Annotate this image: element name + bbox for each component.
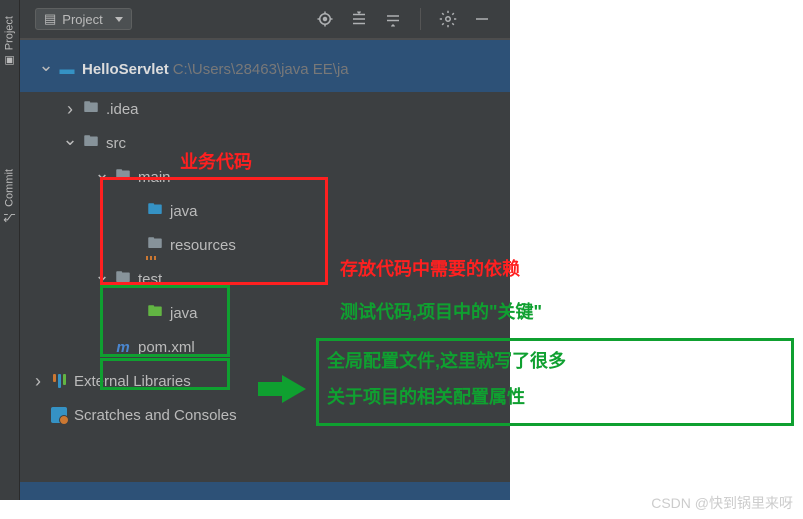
node-label: src [106, 135, 126, 152]
node-label: resources [170, 237, 236, 254]
toolbar: ▤ Project [20, 0, 510, 40]
project-selector-label: Project [62, 12, 102, 27]
collapse-all-button[interactable] [380, 8, 406, 30]
tree-node-main-java[interactable]: 🖿 java [20, 194, 510, 228]
node-label: External Libraries [74, 373, 191, 390]
tree-node-test-java[interactable]: 🖿 java [20, 296, 510, 330]
node-label: Scratches and Consoles [74, 407, 237, 424]
node-path: C:\Users\28463\java EE\ja [173, 61, 349, 78]
folder-icon: 🖿 [112, 267, 134, 292]
tree-root-node[interactable]: ▬ HelloServlet C:\Users\28463\java EE\ja [28, 52, 502, 86]
minimize-button[interactable] [469, 8, 495, 30]
sidebar-tab-label: Commit [4, 169, 16, 207]
source-folder-icon: 🖿 [144, 199, 166, 224]
scratches-icon [48, 407, 70, 423]
tree-node-idea[interactable]: 🖿 .idea [20, 92, 510, 126]
project-tree[interactable]: ▬ HelloServlet C:\Users\28463\java EE\ja… [20, 40, 510, 500]
toolbar-divider [420, 8, 421, 30]
node-label: test [138, 271, 162, 288]
sidebar-tab-project[interactable]: ▣ Project [1, 10, 18, 73]
node-label: pom.xml [138, 339, 195, 356]
node-label: HelloServlet [82, 61, 169, 78]
tree-node-src[interactable]: 🖿 src [20, 126, 510, 160]
left-sidebar: ▣ Project ⎇ Commit [0, 0, 20, 500]
module-icon: ▬ [56, 61, 78, 78]
test-folder-icon: 🖿 [144, 301, 166, 326]
libraries-icon [48, 374, 70, 388]
chevron-down-icon [115, 17, 123, 22]
project-view-selector[interactable]: ▤ Project [35, 8, 132, 30]
maven-icon: m [112, 339, 134, 356]
tree-node-main[interactable]: 🖿 main [20, 160, 510, 194]
chevron-right-icon[interactable] [60, 99, 80, 120]
tree-node-scratches[interactable]: Scratches and Consoles [20, 398, 510, 432]
tree-node-resources[interactable]: 🖿 resources [20, 228, 510, 262]
folder-icon: 🖿 [112, 165, 134, 190]
chevron-down-icon[interactable] [36, 59, 56, 80]
node-label: java [170, 305, 198, 322]
tree-node-test[interactable]: 🖿 test [20, 262, 510, 296]
folder-icon: 🖿 [80, 97, 102, 122]
node-label: main [138, 169, 171, 186]
folder-icon: 🖿 [80, 131, 102, 156]
sidebar-tab-label: Project [4, 16, 16, 50]
settings-button[interactable] [435, 8, 461, 30]
chevron-down-icon[interactable] [60, 133, 80, 154]
chevron-down-icon[interactable] [92, 167, 112, 188]
watermark: CSDN @快到锅里来呀 [651, 493, 793, 513]
arrow-icon [282, 375, 306, 403]
node-label: .idea [106, 101, 139, 118]
tree-node-pom[interactable]: m pom.xml [20, 330, 510, 364]
commit-icon: ⎇ [3, 211, 16, 224]
locate-button[interactable] [312, 8, 338, 30]
expand-all-button[interactable] [346, 8, 372, 30]
chevron-down-icon[interactable] [92, 269, 112, 290]
resources-folder-icon: 🖿 [144, 233, 166, 258]
chevron-right-icon[interactable] [28, 371, 48, 392]
node-label: java [170, 203, 198, 220]
folder-icon: ▣ [3, 54, 16, 67]
sidebar-tab-commit[interactable]: ⎇ Commit [1, 163, 18, 230]
project-icon: ▤ [44, 11, 56, 27]
